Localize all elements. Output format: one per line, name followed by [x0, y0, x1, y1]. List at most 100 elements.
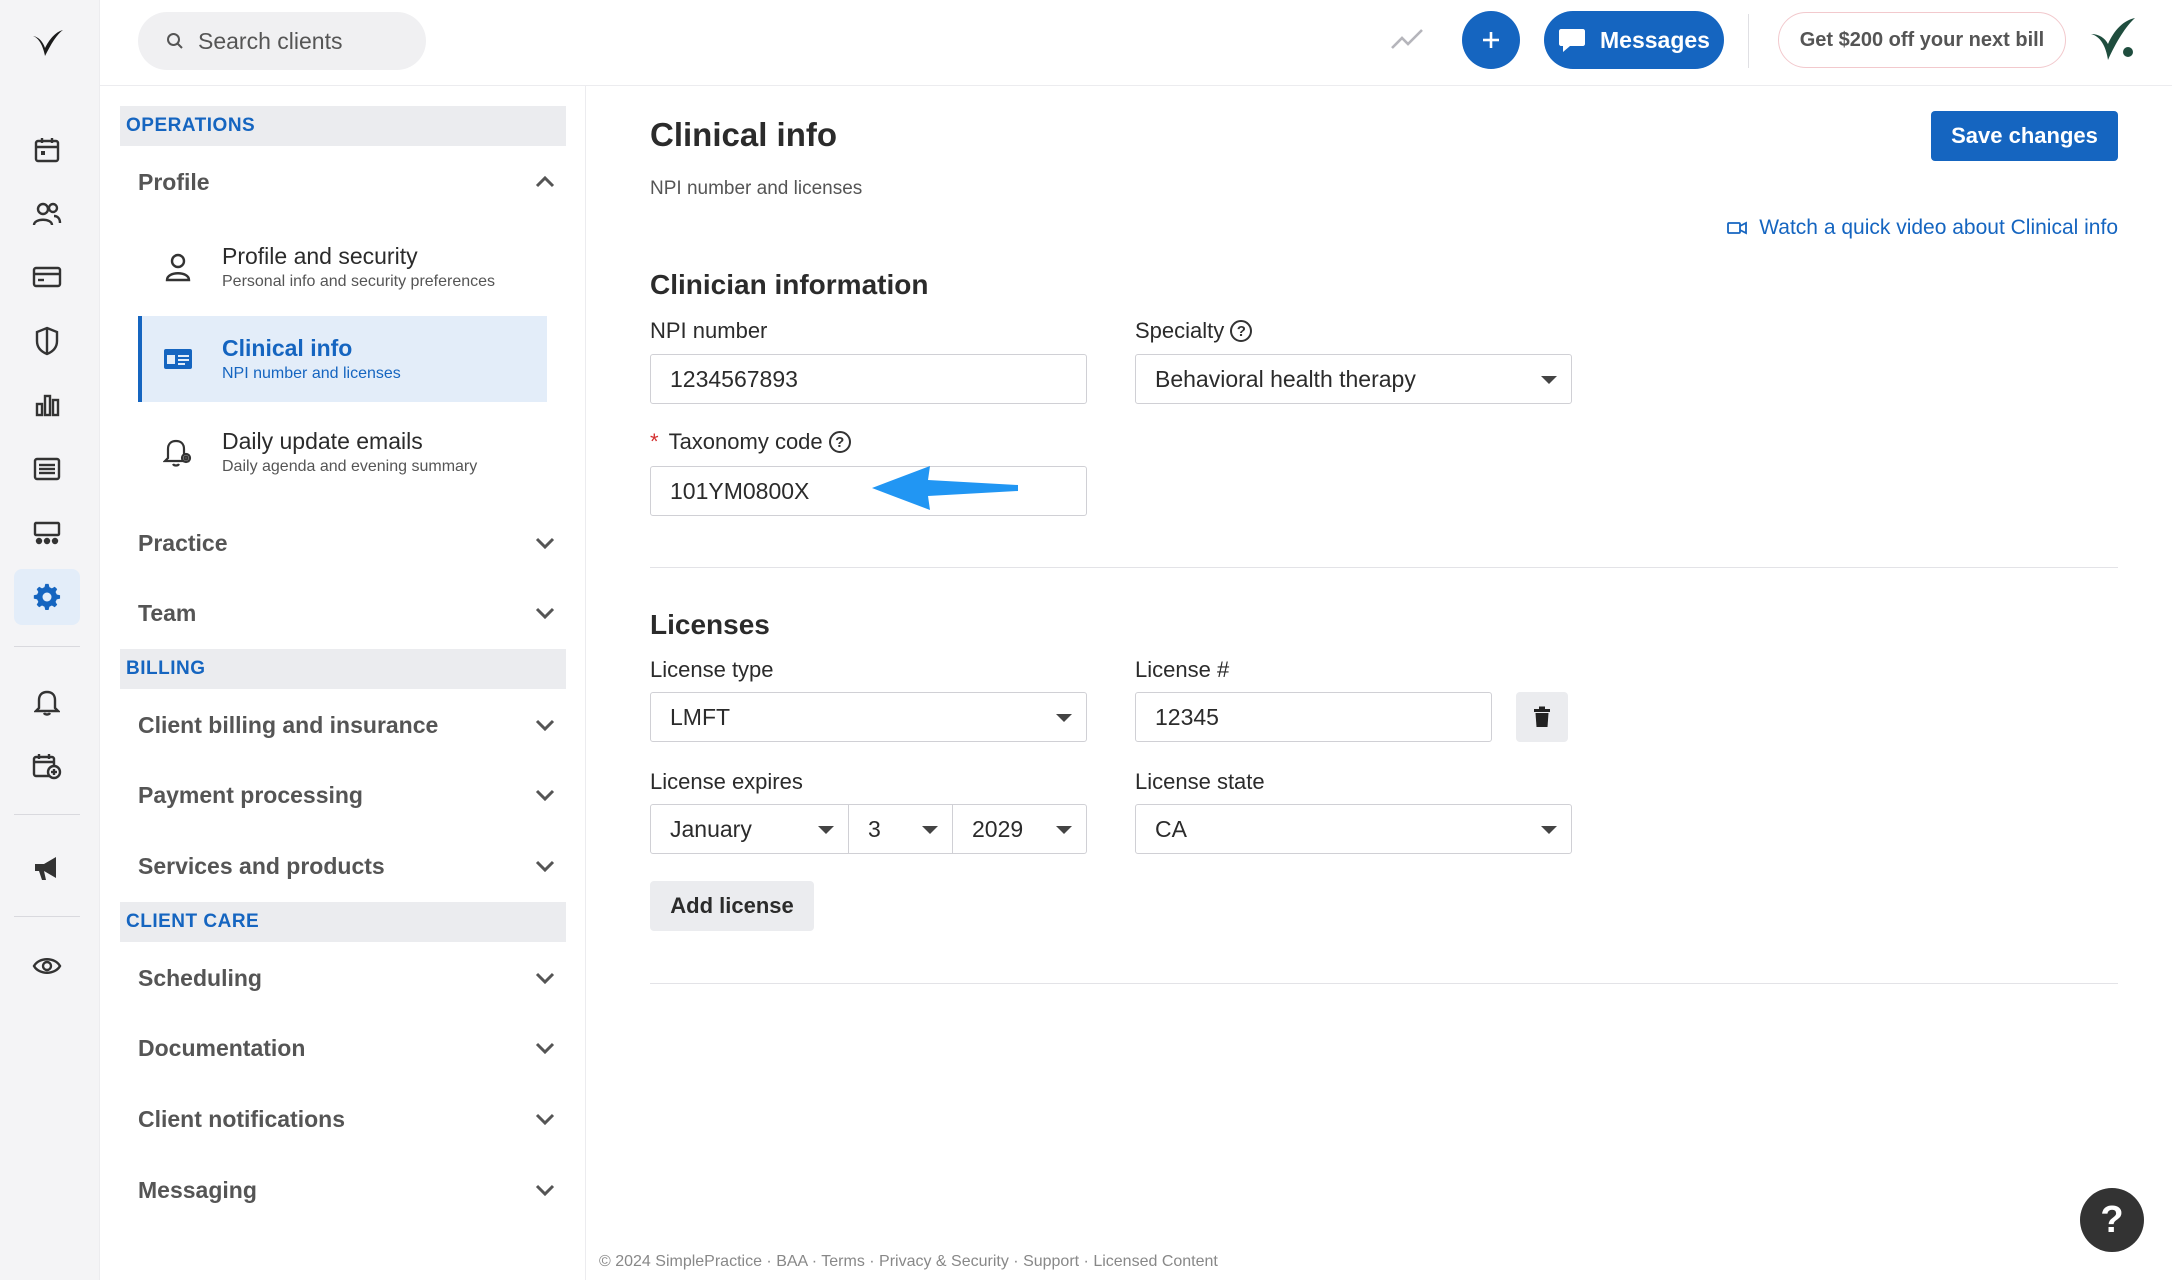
- nav-group-services-products[interactable]: Services and products: [138, 838, 558, 894]
- icon-rail: [0, 0, 100, 1280]
- license-number-label: License #: [1135, 657, 1229, 683]
- licenses-section-title: Licenses: [650, 609, 770, 640]
- specialty-label-text: Specialty: [1135, 318, 1225, 343]
- license-type-label-text: License type: [650, 657, 774, 682]
- video-icon: [1727, 221, 1748, 235]
- caret-down-icon: [1541, 376, 1557, 384]
- save-button[interactable]: Save changes: [1931, 111, 2118, 161]
- nav-item-subtitle: Personal info and security preferences: [222, 273, 496, 290]
- license-expires-label-text: License expires: [650, 769, 803, 794]
- expires-month-select[interactable]: January: [650, 804, 849, 854]
- calendar-icon[interactable]: [14, 122, 80, 178]
- expires-day-value: 3: [868, 815, 881, 842]
- taxonomy-label: * Taxonomy code ?: [650, 429, 851, 455]
- trash-icon: [1534, 706, 1550, 727]
- rail-divider: [14, 646, 80, 647]
- id-card-icon: [156, 347, 200, 371]
- megaphone-icon[interactable]: [14, 840, 80, 896]
- analytics-icon[interactable]: [14, 377, 80, 433]
- nav-group-profile[interactable]: Profile: [138, 154, 558, 210]
- rail-divider: [14, 814, 80, 815]
- npi-input[interactable]: 1234567893: [650, 354, 1087, 404]
- chat-icon: [1559, 29, 1586, 52]
- clinician-section-title: Clinician information: [650, 269, 929, 300]
- license-type-label: License type: [650, 657, 774, 683]
- nav-group-scheduling[interactable]: Scheduling: [138, 950, 558, 1006]
- nav-item-daily-update-emails[interactable]: Daily update emails Daily agenda and eve…: [138, 409, 547, 495]
- specialty-select[interactable]: Behavioral health therapy: [1135, 354, 1572, 404]
- shield-icon[interactable]: [14, 313, 80, 369]
- nav-item-clinical-info[interactable]: Clinical info NPI number and licenses: [138, 316, 547, 402]
- caret-down-icon: [922, 826, 938, 834]
- avatar[interactable]: [2088, 14, 2138, 69]
- watch-video-label: Watch a quick video about Clinical info: [1759, 216, 2118, 239]
- expires-day-select[interactable]: 3: [848, 804, 953, 854]
- npi-label: NPI number: [650, 318, 767, 344]
- nav-group-documentation[interactable]: Documentation: [138, 1020, 558, 1076]
- chevron-down-icon: [532, 782, 558, 808]
- create-button[interactable]: [1462, 11, 1520, 69]
- help-icon[interactable]: ?: [1230, 320, 1253, 342]
- clients-icon[interactable]: [14, 186, 80, 242]
- billing-icon[interactable]: [14, 249, 80, 305]
- calendar-add-icon[interactable]: [14, 738, 80, 794]
- nav-group-label: Client billing and insurance: [138, 711, 439, 738]
- caret-down-icon: [818, 826, 834, 834]
- license-state-select[interactable]: CA: [1135, 804, 1572, 854]
- expires-year-select[interactable]: 2029: [952, 804, 1087, 854]
- npi-value: 1234567893: [670, 365, 798, 392]
- promo-button[interactable]: Get $200 off your next bill: [1778, 12, 2066, 68]
- bell-icon[interactable]: [14, 674, 80, 730]
- license-state-label: License state: [1135, 769, 1265, 795]
- delete-license-button[interactable]: [1516, 692, 1568, 742]
- nav-group-label: Profile: [138, 168, 210, 195]
- person-icon: [156, 252, 200, 282]
- nav-group-label: Services and products: [138, 852, 385, 879]
- nav-group-practice[interactable]: Practice: [138, 515, 558, 571]
- license-type-select[interactable]: LMFT: [650, 692, 1087, 742]
- activity-icon[interactable]: [14, 505, 80, 561]
- section-divider: [650, 567, 2118, 568]
- nav-group-payment-processing[interactable]: Payment processing: [138, 767, 558, 823]
- nav-group-team[interactable]: Team: [138, 585, 558, 641]
- nav-group-client-notifications[interactable]: Client notifications: [138, 1091, 558, 1147]
- footer-links[interactable]: © 2024 SimplePractice · BAA · Terms · Pr…: [599, 1253, 1218, 1271]
- chevron-down-icon: [532, 1177, 558, 1203]
- trend-icon[interactable]: [1390, 22, 1424, 61]
- nav-group-label: Client notifications: [138, 1105, 345, 1132]
- nav-group-client-billing[interactable]: Client billing and insurance: [138, 697, 558, 753]
- section-heading-billing: BILLING: [120, 649, 566, 689]
- npi-label-text: NPI number: [650, 318, 768, 343]
- page-subtitle: NPI number and licenses: [650, 178, 863, 199]
- chevron-down-icon: [532, 530, 558, 556]
- license-number-input[interactable]: 12345: [1135, 692, 1492, 742]
- watch-video-link[interactable]: Watch a quick video about Clinical info: [1727, 216, 2118, 240]
- list-icon[interactable]: [14, 441, 80, 497]
- nav-group-messaging[interactable]: Messaging: [138, 1162, 558, 1218]
- chevron-up-icon: [532, 169, 558, 195]
- chevron-down-icon: [532, 853, 558, 879]
- eye-icon[interactable]: [14, 938, 80, 994]
- logo-icon[interactable]: [14, 16, 80, 72]
- specialty-value: Behavioral health therapy: [1155, 365, 1416, 392]
- nav-group-label: Scheduling: [138, 964, 262, 991]
- search-box[interactable]: [138, 12, 426, 70]
- nav-item-profile-security[interactable]: Profile and security Personal info and s…: [138, 224, 547, 310]
- taxonomy-label-text: Taxonomy code: [668, 429, 823, 454]
- license-number-label-text: License #: [1135, 657, 1230, 682]
- license-state-value: CA: [1155, 815, 1187, 842]
- bell-gear-icon: [156, 436, 200, 468]
- search-input[interactable]: [198, 27, 408, 55]
- expires-year-value: 2029: [972, 815, 1024, 842]
- settings-icon[interactable]: [14, 569, 80, 625]
- help-icon[interactable]: ?: [828, 431, 851, 453]
- help-button[interactable]: ?: [2080, 1188, 2144, 1252]
- chevron-down-icon: [532, 965, 558, 991]
- add-license-button[interactable]: Add license: [650, 881, 814, 931]
- annotation-arrow: [868, 458, 1018, 523]
- license-expires-label: License expires: [650, 769, 803, 795]
- nav-item-subtitle: Daily agenda and evening summary: [222, 458, 478, 475]
- chevron-down-icon: [532, 600, 558, 626]
- nav-group-label: Team: [138, 599, 197, 626]
- messages-button[interactable]: Messages: [1544, 11, 1724, 69]
